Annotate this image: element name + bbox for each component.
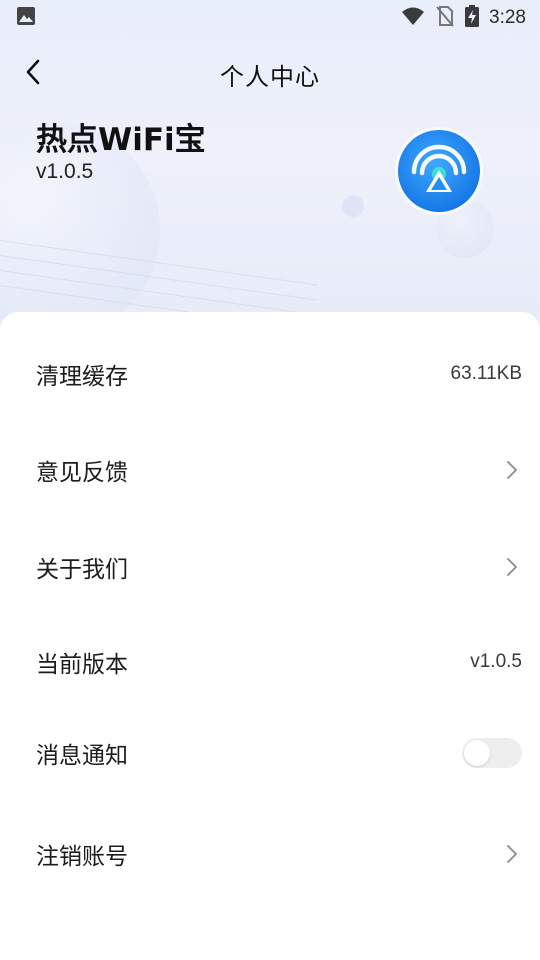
- profile-screen: 3:28 个人中心 热点WiFi宝 v1.0.5 清理缓存 63.11KB 意见…: [0, 0, 540, 960]
- current-version-value: v1.0.5: [470, 651, 522, 672]
- current-version-row: 当前版本 v1.0.5: [0, 634, 540, 690]
- feedback-label: 意见反馈: [36, 460, 128, 486]
- notifications-row: 消息通知: [0, 725, 540, 781]
- chevron-right-icon: [502, 458, 522, 482]
- chevron-right-icon: [502, 842, 522, 866]
- notifications-label: 消息通知: [36, 743, 128, 769]
- wifi-icon: [401, 6, 425, 30]
- notifications-toggle[interactable]: [462, 738, 522, 768]
- hotspot-logo-icon: [394, 126, 484, 216]
- current-version-label: 当前版本: [36, 652, 128, 678]
- decorative-dot: [342, 195, 364, 217]
- no-sim-icon: [435, 5, 455, 31]
- status-bar: 3:28: [0, 0, 540, 36]
- cache-size-value: 63.11KB: [450, 363, 522, 384]
- battery-charging-icon: [465, 5, 480, 31]
- about-us-row[interactable]: 关于我们: [0, 539, 540, 595]
- chevron-left-icon: [25, 59, 41, 89]
- toggle-knob: [464, 740, 490, 766]
- back-button[interactable]: [18, 58, 48, 90]
- title-bar: 个人中心: [0, 50, 540, 98]
- app-name: 热点WiFi宝: [36, 122, 206, 158]
- app-version: v1.0.5: [36, 160, 94, 183]
- clear-cache-row[interactable]: 清理缓存 63.11KB: [0, 346, 540, 402]
- delete-account-label: 注销账号: [36, 844, 128, 870]
- settings-card: 清理缓存 63.11KB 意见反馈 关于我们 当前版本 v1.0.5 消息通知: [0, 312, 540, 960]
- feedback-row[interactable]: 意见反馈: [0, 442, 540, 498]
- about-us-label: 关于我们: [36, 557, 128, 583]
- chevron-right-icon: [502, 555, 522, 579]
- delete-account-row[interactable]: 注销账号: [0, 826, 540, 882]
- image-icon: [16, 6, 36, 30]
- clear-cache-label: 清理缓存: [36, 364, 128, 390]
- page-title: 个人中心: [220, 62, 320, 91]
- status-time: 3:28: [489, 7, 526, 28]
